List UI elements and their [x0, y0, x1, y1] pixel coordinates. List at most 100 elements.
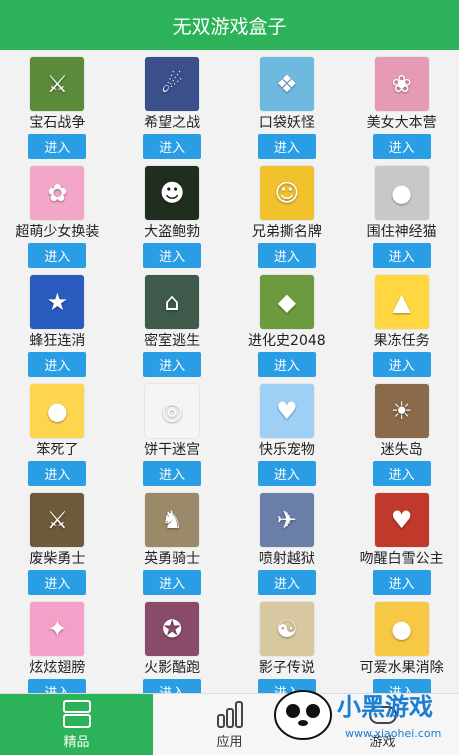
game-thumb-glyph: ☄ — [161, 70, 183, 98]
enter-button[interactable]: 进入 — [143, 461, 202, 486]
game-name: 兄弟撕名牌 — [251, 224, 322, 240]
robber-bob-thumb[interactable]: ☻ — [145, 166, 200, 220]
name-tag-thumb[interactable]: ☺ — [259, 166, 314, 220]
game-card: ★ 蜂狂连消 进入 — [0, 268, 115, 377]
game-name: 可爱水果消除 — [359, 660, 444, 676]
game-card: ✪ 火影酷跑进入 — [115, 595, 230, 693]
games-icon — [368, 706, 397, 724]
cookie-maze-thumb[interactable]: ◎ — [145, 384, 200, 438]
tab-apps[interactable]: 应用 — [153, 694, 306, 755]
tab-games[interactable]: 游戏 — [306, 694, 459, 755]
brave-knight-thumb[interactable]: ♞ — [145, 493, 200, 547]
game-card: ▲ 果冻任务进入 — [344, 268, 459, 377]
enter-button[interactable]: 进入 — [143, 352, 202, 377]
enter-button[interactable]: 进入 — [372, 243, 431, 268]
pocket-monster-thumb[interactable]: ❖ — [259, 57, 314, 111]
enter-button[interactable]: 进入 — [28, 352, 87, 377]
bee-match-thumb[interactable]: ★ — [30, 275, 85, 329]
circle-cat-thumb[interactable]: ● — [374, 166, 429, 220]
enter-button[interactable]: 进入 — [28, 679, 87, 693]
enter-button[interactable]: 进入 — [143, 570, 202, 595]
game-name: 英勇骑士 — [144, 551, 201, 567]
enter-button[interactable]: 进入 — [257, 679, 316, 693]
game-card: ❖ 口袋妖怪 进入 — [230, 50, 345, 159]
evolution-2048-thumb[interactable]: ◆ — [259, 275, 314, 329]
room-escape-thumb[interactable]: ⌂ — [145, 275, 200, 329]
enter-button[interactable]: 进入 — [143, 243, 202, 268]
enter-button[interactable]: 进入 — [257, 352, 316, 377]
jet-escape-thumb[interactable]: ✈ — [259, 493, 314, 547]
game-name: 吻醒白雪公主 — [359, 551, 444, 567]
enter-button[interactable]: 进入 — [257, 570, 316, 595]
game-name: 迷失岛 — [380, 442, 423, 458]
enter-button[interactable]: 进入 — [28, 461, 87, 486]
game-thumb-glyph: ● — [391, 179, 413, 207]
game-name: 果冻任务 — [373, 333, 430, 349]
game-name: 超萌少女换装 — [15, 224, 100, 240]
game-card: ✦ 炫炫翅膀进入 — [0, 595, 115, 693]
game-card: ☄ 希望之战 进入 — [115, 50, 230, 159]
enter-button[interactable]: 进入 — [143, 679, 202, 693]
enter-button[interactable]: 进入 — [257, 243, 316, 268]
game-card: ☺ 兄弟撕名牌进入 — [230, 159, 345, 268]
tab-featured[interactable]: 精品 — [0, 694, 153, 755]
enter-button[interactable]: 进入 — [257, 461, 316, 486]
game-card: ♥ 吻醒白雪公主进入 — [344, 486, 459, 595]
enter-button[interactable]: 进入 — [28, 243, 87, 268]
bottom-tab-bar: 精品 应用 游戏 — [0, 693, 459, 755]
enter-button[interactable]: 进入 — [372, 461, 431, 486]
game-thumb-glyph: ✿ — [47, 179, 68, 207]
game-name: 笨死了 — [36, 442, 79, 458]
game-grid: ⚔ 宝石战争 进入 ☄ 希望之战 进入 ❖ 口袋妖怪 进入 ❀ 美女大本营 进入 ✿ 超萌少女换装 进入 ☻ 大… — [0, 50, 459, 693]
game-thumb-glyph: ✦ — [47, 615, 68, 643]
enter-button[interactable]: 进入 — [372, 352, 431, 377]
game-thumb-glyph: ▲ — [392, 288, 411, 316]
enter-button[interactable]: 进入 — [143, 134, 202, 159]
enter-button[interactable]: 进入 — [28, 134, 87, 159]
cool-wings-thumb[interactable]: ✦ — [30, 602, 85, 656]
game-name: 火影酷跑 — [144, 660, 201, 676]
game-card: ♥ 快乐宠物进入 — [230, 377, 345, 486]
enter-button[interactable]: 进入 — [372, 134, 431, 159]
game-thumb-glyph: ♥ — [390, 506, 413, 534]
dumb-ways-thumb[interactable]: ● — [30, 384, 85, 438]
hope-war-thumb[interactable]: ☄ — [145, 57, 200, 111]
tab-games-label: 游戏 — [369, 735, 396, 750]
game-card: ◆ 进化史2048 进入 — [230, 268, 345, 377]
featured-icon — [62, 700, 91, 728]
naruto-run-thumb[interactable]: ✪ — [145, 602, 200, 656]
game-thumb-glyph: ★ — [46, 288, 69, 316]
game-thumb-glyph: ☯ — [276, 615, 298, 643]
enter-button[interactable]: 进入 — [257, 134, 316, 159]
tab-apps-label: 应用 — [216, 735, 243, 750]
dressup-girl-thumb[interactable]: ✿ — [30, 166, 85, 220]
apps-chart-icon — [216, 701, 243, 728]
game-name: 饼干迷宫 — [144, 442, 201, 458]
shadow-legend-thumb[interactable]: ☯ — [259, 602, 314, 656]
game-card: ⌂ 密室逃生 进入 — [115, 268, 230, 377]
happy-pets-thumb[interactable]: ♥ — [259, 384, 314, 438]
fruit-match-thumb[interactable]: ● — [374, 602, 429, 656]
lost-island-thumb[interactable]: ☀ — [374, 384, 429, 438]
game-name: 快乐宠物 — [258, 442, 315, 458]
loser-warrior-thumb[interactable]: ⚔ — [30, 493, 85, 547]
game-name: 美女大本营 — [366, 115, 437, 131]
game-thumb-glyph: ⚔ — [46, 506, 69, 534]
gem-war-thumb[interactable]: ⚔ — [30, 57, 85, 111]
beauty-camp-thumb[interactable]: ❀ — [374, 57, 429, 111]
game-name: 大盗鲍勃 — [144, 224, 201, 240]
jelly-quest-thumb[interactable]: ▲ — [374, 275, 429, 329]
game-thumb-glyph: ● — [391, 615, 413, 643]
game-thumb-glyph: ❀ — [391, 70, 412, 98]
snow-white-thumb[interactable]: ♥ — [374, 493, 429, 547]
game-card: ⚔ 宝石战争 进入 — [0, 50, 115, 159]
game-thumb-glyph: ☺ — [274, 179, 300, 207]
game-name: 喷射越狱 — [258, 551, 315, 567]
game-grid-container[interactable]: ⚔ 宝石战争 进入 ☄ 希望之战 进入 ❖ 口袋妖怪 进入 ❀ 美女大本营 进入 ✿ 超萌少女换装 进入 ☻ 大… — [0, 50, 459, 693]
enter-button[interactable]: 进入 — [28, 570, 87, 595]
enter-button[interactable]: 进入 — [372, 679, 431, 693]
game-card: ☯ 影子传说进入 — [230, 595, 345, 693]
game-thumb-glyph: ♞ — [161, 506, 183, 534]
game-thumb-glyph: ⚔ — [46, 70, 69, 98]
enter-button[interactable]: 进入 — [372, 570, 431, 595]
